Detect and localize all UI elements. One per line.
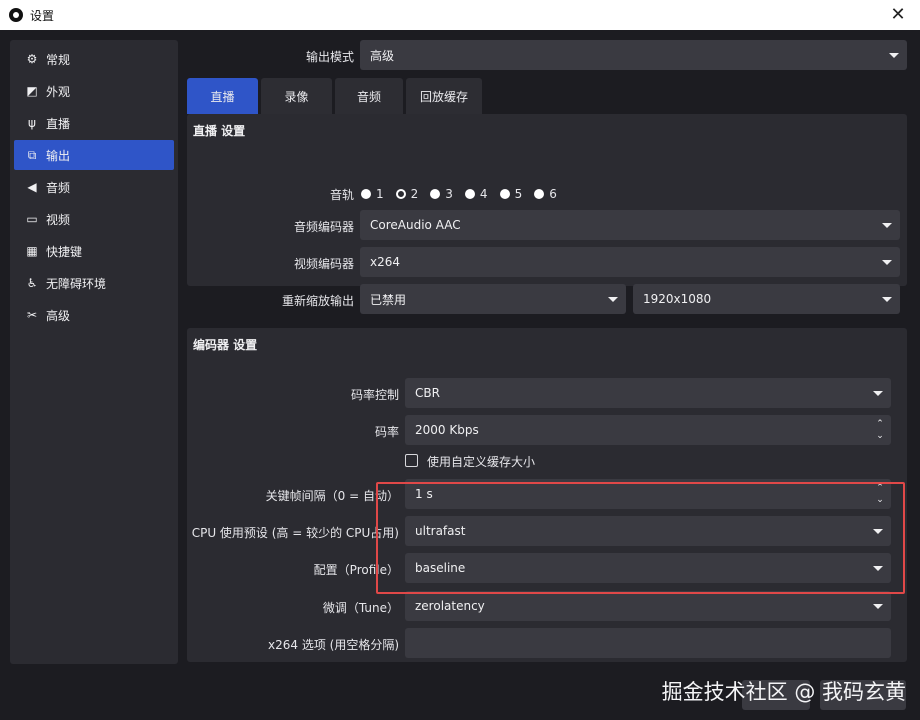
sidebar-item-output[interactable]: ⧉ 输出: [14, 140, 174, 170]
radio-track-5[interactable]: [499, 189, 510, 199]
bitrate-value: 2000 Kbps: [415, 423, 479, 437]
audio-track-radio-group: 1 2 3 4 5 6: [361, 186, 569, 202]
watermark: 掘金技术社区 @ 我码玄黄: [661, 680, 906, 704]
highlight-annotation: [376, 482, 905, 594]
audio-encoder-value: CoreAudio AAC: [370, 218, 461, 232]
obs-logo-icon: [9, 8, 23, 22]
tools-icon: ✂: [26, 308, 38, 322]
tab-audio[interactable]: 音频: [335, 78, 403, 114]
sidebar-item-label: 快捷键: [46, 244, 83, 259]
radio-label: 6: [549, 187, 557, 201]
video-encoder-label: 视频编码器: [293, 257, 354, 271]
radio-label: 4: [479, 187, 488, 201]
appearance-icon: ◩: [26, 84, 38, 98]
keyframe-interval-label: 关键帧间隔（0 = 自动）: [265, 489, 399, 503]
sidebar-item-advanced[interactable]: ✂ 高级: [14, 300, 174, 330]
chevron-up-icon[interactable]: ⌃: [875, 419, 885, 429]
tab-streaming[interactable]: 直播: [187, 78, 258, 114]
rate-control-value: CBR: [415, 386, 440, 400]
keyboard-icon: ▦: [26, 244, 38, 258]
sidebar-item-label: 无障碍环境: [46, 276, 107, 291]
sidebar-item-general[interactable]: ⚙ 常规: [14, 44, 174, 74]
radio-label: 1: [376, 187, 384, 201]
output-mode-value: 高级: [370, 48, 395, 63]
chevron-down-icon: [873, 604, 883, 609]
radio-track-1[interactable]: [361, 189, 371, 199]
sidebar-item-label: 高级: [46, 308, 71, 323]
sidebar-item-accessibility[interactable]: ♿ 无障碍环境: [14, 268, 174, 298]
audio-encoder-label: 音频编码器: [293, 220, 354, 234]
sidebar-item-video[interactable]: ▭ 视频: [14, 204, 174, 234]
rescale-output-select[interactable]: 已禁用: [360, 284, 626, 314]
chevron-down-icon: [882, 260, 892, 265]
video-encoder-select[interactable]: x264: [360, 247, 900, 277]
radio-track-6[interactable]: [534, 189, 545, 199]
custom-buffer-checkbox[interactable]: [405, 454, 418, 467]
section-title: 编码器 设置: [193, 338, 258, 352]
sidebar-item-audio[interactable]: ◀ 音频: [14, 172, 174, 202]
bitrate-label: 码率: [374, 425, 399, 439]
cpu-preset-label: CPU 使用预设 (高 = 较少的 CPU占用): [191, 526, 399, 540]
x264-options-input[interactable]: [405, 628, 891, 658]
output-settings-panel: 输出模式 高级 直播 录像 音频 回放缓存 直播 设置 音轨 1 2 3 4 5…: [187, 40, 907, 720]
tune-select[interactable]: zerolatency: [405, 591, 891, 621]
chevron-down-icon: [608, 297, 618, 302]
audio-track-label: 音轨: [329, 188, 354, 202]
output-mode-row: 输出模式 高级: [187, 40, 907, 70]
settings-window: ⚙ 常规 ◩ 外观 ψ 直播 ⧉ 输出 ◀ 音频 ▭ 视频 ▦ 快捷键 ♿ 无障碍环境 ✂ 高级 …: [0, 30, 920, 720]
close-icon[interactable]: ✕: [884, 2, 912, 28]
output-tabs: 直播 录像 音频 回放缓存: [187, 78, 485, 114]
sidebar-item-label: 输出: [46, 148, 71, 163]
x264-options-label: x264 选项 (用空格分隔): [268, 638, 399, 652]
radio-label: 2: [410, 187, 419, 201]
chevron-down-icon: [889, 53, 899, 58]
sidebar-item-label: 音频: [46, 180, 71, 195]
chevron-down-icon: [882, 223, 892, 228]
sidebar-item-label: 视频: [46, 212, 71, 227]
sidebar-item-label: 直播: [46, 116, 71, 131]
tune-label: 微调（Tune）: [322, 601, 399, 615]
output-icon: ⧉: [27, 148, 37, 162]
broadcast-antenna-icon: ψ: [28, 116, 36, 130]
sidebar-item-hotkeys[interactable]: ▦ 快捷键: [14, 236, 174, 266]
rate-control-select[interactable]: CBR: [405, 378, 891, 408]
sidebar-item-appearance[interactable]: ◩ 外观: [14, 76, 174, 106]
radio-track-2[interactable]: [395, 189, 406, 199]
accessibility-icon: ♿: [26, 276, 38, 290]
sidebar-item-label: 常规: [46, 52, 71, 67]
section-title: 直播 设置: [193, 124, 246, 138]
rescale-output-value: 已禁用: [370, 292, 407, 307]
rate-control-label: 码率控制: [350, 388, 399, 402]
rescale-output-label: 重新缩放输出: [281, 294, 354, 308]
video-encoder-value: x264: [370, 255, 401, 269]
tune-value: zerolatency: [415, 599, 485, 613]
gear-icon: ⚙: [26, 52, 38, 66]
radio-label: 5: [514, 187, 523, 201]
tab-recording[interactable]: 录像: [261, 78, 332, 114]
sidebar-item-stream[interactable]: ψ 直播: [14, 108, 174, 138]
chevron-down-icon[interactable]: ⌄: [875, 431, 885, 441]
audio-encoder-select[interactable]: CoreAudio AAC: [360, 210, 900, 240]
custom-buffer-label: 使用自定义缓存大小: [427, 455, 536, 469]
window-title: 设置: [30, 8, 55, 23]
chevron-down-icon: [873, 391, 883, 396]
rescale-resolution-value: 1920x1080: [643, 292, 712, 306]
radio-label: 3: [445, 187, 453, 201]
tab-replay-buffer[interactable]: 回放缓存: [406, 78, 482, 114]
profile-label: 配置（Profile）: [313, 563, 399, 577]
sidebar-item-label: 外观: [46, 84, 71, 99]
bitrate-spinbox[interactable]: 2000 Kbps ⌃ ⌄: [405, 415, 891, 445]
radio-track-3[interactable]: [430, 189, 441, 199]
monitor-icon: ▭: [26, 212, 38, 226]
chevron-down-icon: [882, 297, 892, 302]
radio-track-4[interactable]: [464, 189, 475, 199]
output-mode-label: 输出模式: [305, 50, 354, 64]
output-mode-select[interactable]: 高级: [360, 40, 907, 70]
title-bar: 设置 ✕: [0, 0, 920, 30]
speaker-icon: ◀: [27, 180, 37, 194]
rescale-resolution-select[interactable]: 1920x1080: [633, 284, 900, 314]
sidebar: ⚙ 常规 ◩ 外观 ψ 直播 ⧉ 输出 ◀ 音频 ▭ 视频 ▦ 快捷键 ♿ 无障碍环境 ✂ 高级: [10, 40, 178, 664]
